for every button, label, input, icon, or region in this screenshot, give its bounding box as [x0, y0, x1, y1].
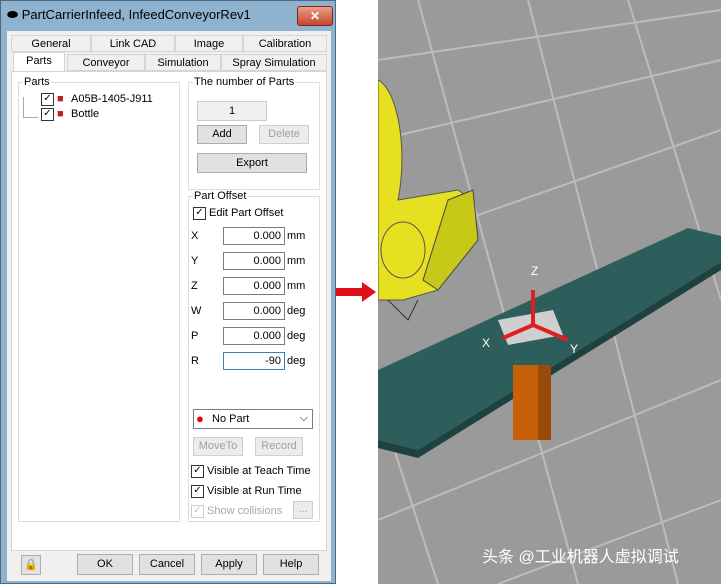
parts-group: Parts ✓ ■ A05B-1405-J911 ✓ ■ Bottle — [18, 76, 180, 522]
close-button[interactable]: ✕ — [297, 6, 333, 26]
part-checkbox[interactable]: ✓ — [41, 93, 54, 106]
edit-offset-checkbox[interactable]: ✓ — [193, 207, 206, 220]
show-collisions-checkbox[interactable]: ✓ — [191, 505, 204, 518]
unit-label: deg — [287, 305, 306, 317]
tab-image[interactable]: Image — [175, 35, 243, 52]
chevron-down-icon: ⌵ — [299, 412, 308, 424]
window-title: PartCarrierInfeed, InfeedConveyorRev1 — [21, 7, 251, 22]
apply-button[interactable]: Apply — [201, 554, 257, 575]
part-checkbox[interactable]: ✓ — [41, 108, 54, 121]
offset-input-y[interactable]: 0.000 — [223, 252, 285, 270]
show-collisions-label: Show collisions — [207, 505, 283, 517]
dialog-client: General Link CAD Image Calibration Parts… — [7, 31, 331, 581]
offset-input-x[interactable]: 0.000 — [223, 227, 285, 245]
record-button[interactable]: Record — [255, 437, 303, 456]
ok-button[interactable]: OK — [77, 554, 133, 575]
collision-settings-button[interactable]: ... — [293, 501, 313, 519]
arrow-icon — [336, 282, 376, 302]
unit-label: mm — [287, 280, 306, 292]
tab-parts[interactable]: Parts — [13, 52, 65, 71]
tab-conveyor[interactable]: Conveyor — [67, 54, 145, 71]
watermark: 头条 @工业机器人虚拟调试 — [482, 548, 679, 566]
parts-count: 1 — [197, 101, 267, 121]
offset-input-p[interactable]: 0.000 — [223, 327, 285, 345]
lock-icon[interactable]: 🔒 — [21, 555, 41, 575]
edit-offset-label: Edit Part Offset — [209, 207, 284, 219]
help-button[interactable]: Help — [263, 554, 319, 575]
field-label: W — [191, 305, 202, 317]
visible-teach-checkbox[interactable]: ✓ — [191, 465, 204, 478]
delete-button[interactable]: Delete — [259, 125, 309, 144]
field-label: Z — [191, 280, 198, 292]
tab-calibration[interactable]: Calibration — [243, 35, 327, 52]
field-label: P — [191, 330, 199, 342]
tab-spray-simulation[interactable]: Spray Simulation — [221, 54, 327, 71]
offset-input-z[interactable]: 0.000 — [223, 277, 285, 295]
tab-link-cad[interactable]: Link CAD — [91, 35, 175, 52]
field-label: X — [191, 230, 199, 242]
3d-viewport[interactable]: Z X Y 头条 @工业机器人虚拟调试 — [378, 0, 721, 584]
tree-item[interactable]: A05B-1405-J911 — [71, 93, 153, 105]
number-group: The number of Parts 1 Add Delete Export — [188, 76, 320, 190]
field-label: R — [191, 355, 199, 367]
tab-simulation[interactable]: Simulation — [145, 54, 221, 71]
part-icon: ■ — [57, 108, 64, 120]
offset-input-w[interactable]: 0.000 — [223, 302, 285, 320]
offset-group: Part Offset ✓ Edit Part Offset X 0.000 m… — [188, 190, 320, 522]
field-label: Y — [191, 255, 199, 267]
part-select-value: No Part — [212, 413, 250, 425]
cancel-button[interactable]: Cancel — [139, 554, 195, 575]
title-bar: ⬬ PartCarrierInfeed, InfeedConveyorRev1 — [7, 7, 251, 23]
app-icon: ⬬ — [7, 7, 22, 22]
visible-run-checkbox[interactable]: ✓ — [191, 485, 204, 498]
number-label: The number of Parts — [193, 76, 296, 88]
part-select[interactable]: ● No Part ⌵ — [193, 409, 313, 429]
offset-input-r[interactable]: -90 — [223, 352, 285, 370]
tab-general[interactable]: General — [11, 35, 91, 52]
axis-z-label: Z — [531, 264, 538, 278]
offset-label: Part Offset — [193, 190, 248, 202]
unit-label: deg — [287, 330, 306, 342]
tab-panel: Parts ✓ ■ A05B-1405-J911 ✓ ■ Bottle The … — [11, 71, 327, 551]
visible-teach-label: Visible at Teach Time — [207, 465, 311, 477]
unit-label: deg — [287, 355, 306, 367]
dialog-window: ⬬ PartCarrierInfeed, InfeedConveyorRev1 … — [0, 0, 336, 584]
axis-y-label: Y — [570, 342, 578, 356]
unit-label: mm — [287, 230, 306, 242]
parts-tree[interactable]: ✓ ■ A05B-1405-J911 ✓ ■ Bottle — [23, 91, 173, 519]
part-icon: ■ — [57, 93, 64, 105]
axis-x-label: X — [482, 336, 490, 350]
add-button[interactable]: Add — [197, 125, 247, 144]
moveto-button[interactable]: MoveTo — [193, 437, 243, 456]
part-icon: ● — [196, 411, 204, 426]
visible-run-label: Visible at Run Time — [207, 485, 302, 497]
unit-label: mm — [287, 255, 306, 267]
parts-group-label: Parts — [23, 76, 51, 88]
tree-item[interactable]: Bottle — [71, 108, 99, 120]
export-button[interactable]: Export — [197, 153, 307, 173]
